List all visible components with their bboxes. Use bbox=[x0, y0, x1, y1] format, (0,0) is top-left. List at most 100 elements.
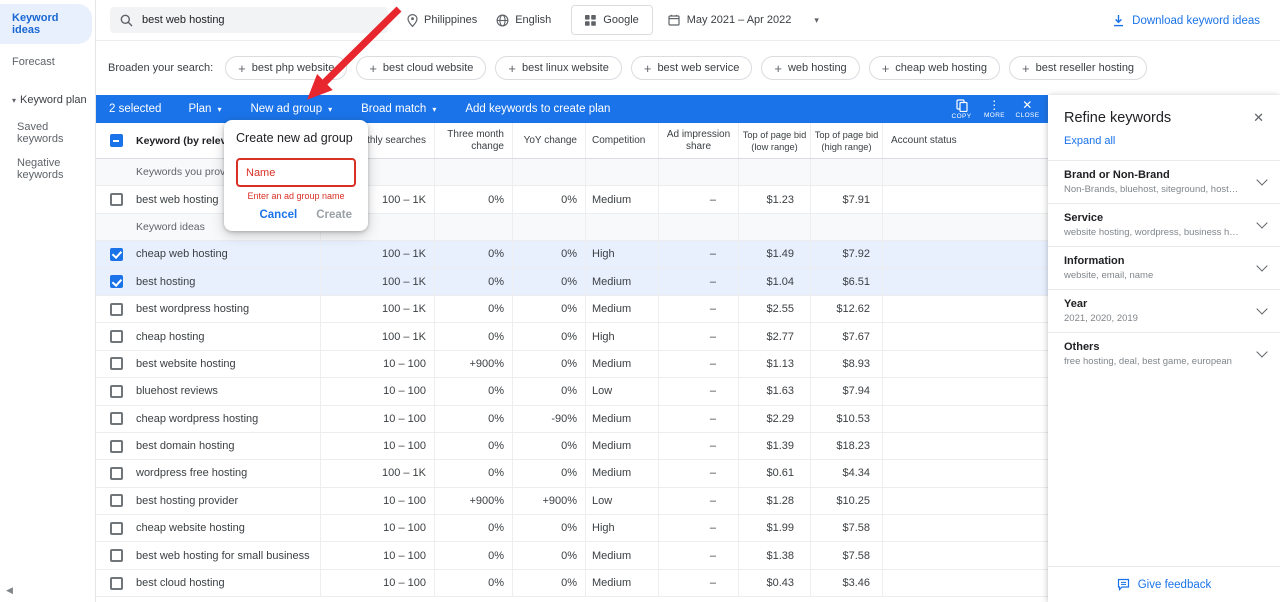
keyword-cell: cheap wordpress hosting bbox=[136, 406, 320, 432]
three-month-cell: 0% bbox=[434, 378, 512, 404]
broaden-chip[interactable]: best reseller hosting bbox=[1009, 56, 1147, 80]
low-bid-cell: $1.23 bbox=[738, 186, 810, 212]
row-checkbox[interactable] bbox=[110, 193, 123, 206]
account-status-cell bbox=[882, 433, 1048, 459]
close-selection-button[interactable]: ✕ CLOSE bbox=[1011, 99, 1044, 120]
yoy-cell: -90% bbox=[512, 406, 585, 432]
high-bid-cell: $7.58 bbox=[810, 515, 882, 541]
sidebar-nav: Keyword ideas Forecast Keyword plan Save… bbox=[0, 0, 95, 187]
competition-cell: Medium bbox=[585, 351, 658, 377]
keyword-cell: best cloud hosting bbox=[136, 570, 320, 596]
row-checkbox[interactable] bbox=[110, 248, 123, 261]
broaden-chip[interactable]: cheap web hosting bbox=[869, 56, 1000, 80]
broaden-chip[interactable]: best php website bbox=[225, 56, 347, 80]
searches-cell: 100 – 1K bbox=[320, 269, 434, 295]
download-label: Download keyword ideas bbox=[1132, 15, 1260, 27]
low-bid-cell: $1.99 bbox=[738, 515, 810, 541]
broaden-chip[interactable]: best cloud website bbox=[356, 56, 486, 80]
searches-cell: 10 – 100 bbox=[320, 515, 434, 541]
sidebar-item[interactable]: Forecast bbox=[0, 48, 95, 76]
close-panel-icon[interactable]: ✕ bbox=[1253, 110, 1264, 126]
feedback-label: Give feedback bbox=[1138, 579, 1212, 591]
column-header-low-bid[interactable]: Top of page bid (low range) bbox=[738, 123, 810, 158]
refine-section[interactable]: Brand or Non-Brand Non-Brands, bluehost,… bbox=[1048, 160, 1280, 203]
expand-all-link[interactable]: Expand all bbox=[1048, 126, 1280, 160]
download-keyword-ideas-button[interactable]: Download keyword ideas bbox=[1112, 0, 1260, 41]
refine-section[interactable]: Year 2021, 2020, 2019 bbox=[1048, 289, 1280, 332]
location-selector[interactable]: Philippines bbox=[407, 14, 477, 27]
plan-dropdown[interactable]: Plan bbox=[188, 103, 221, 115]
select-all-checkbox[interactable] bbox=[110, 134, 123, 147]
broad-match-dropdown[interactable]: Broad match bbox=[361, 103, 436, 115]
add-keywords-button[interactable]: Add keywords to create plan bbox=[465, 103, 610, 115]
column-header-competition[interactable]: Competition bbox=[585, 123, 658, 158]
broaden-chip[interactable]: best web service bbox=[631, 56, 753, 80]
broaden-chip[interactable]: best linux website bbox=[495, 56, 621, 80]
table-row: best cloud hosting 10 – 100 0% 0% Medium… bbox=[96, 570, 1048, 597]
three-month-cell: 0% bbox=[434, 323, 512, 349]
low-bid-cell: $1.49 bbox=[738, 241, 810, 267]
language-selector[interactable]: English bbox=[496, 14, 551, 27]
keyword-cell: bluehost reviews bbox=[136, 378, 320, 404]
column-header-account-status[interactable]: Account status bbox=[882, 123, 1048, 158]
ad-share-cell: – bbox=[658, 460, 738, 486]
row-checkbox[interactable] bbox=[110, 385, 123, 398]
sidebar-item[interactable]: Negative keywords bbox=[0, 151, 95, 187]
more-button[interactable]: ⋮ MORE bbox=[978, 99, 1011, 120]
row-checkbox[interactable] bbox=[110, 522, 123, 535]
network-icon bbox=[585, 15, 596, 26]
broaden-chip[interactable]: web hosting bbox=[761, 56, 859, 80]
three-month-cell: 0% bbox=[434, 460, 512, 486]
create-button[interactable]: Create bbox=[316, 209, 352, 221]
name-field-label: Name bbox=[246, 167, 275, 179]
row-checkbox[interactable] bbox=[110, 275, 123, 288]
new-ad-group-dropdown[interactable]: New ad group bbox=[250, 103, 332, 115]
sidebar-item[interactable]: Saved keywords bbox=[0, 115, 95, 151]
column-header-ad-share[interactable]: Ad impression share bbox=[658, 123, 738, 158]
network-selector[interactable]: Google bbox=[571, 5, 652, 35]
column-header-three-month[interactable]: Three month change bbox=[434, 123, 512, 158]
refine-section-text: Year 2021, 2020, 2019 bbox=[1064, 298, 1138, 324]
copy-button[interactable]: COPY bbox=[945, 99, 978, 120]
ad-share-cell: – bbox=[658, 433, 738, 459]
refine-section[interactable]: Information website, email, name bbox=[1048, 246, 1280, 289]
high-bid-cell: $7.58 bbox=[810, 542, 882, 568]
sidebar-item[interactable]: Keyword ideas bbox=[0, 4, 92, 44]
ad-group-name-input[interactable]: Name bbox=[236, 158, 356, 187]
give-feedback-button[interactable]: Give feedback bbox=[1117, 578, 1212, 591]
ad-share-cell: – bbox=[658, 488, 738, 514]
scroll-left-button[interactable]: ◀ bbox=[6, 585, 13, 596]
cancel-button[interactable]: Cancel bbox=[259, 209, 297, 221]
row-checkbox[interactable] bbox=[110, 577, 123, 590]
competition-cell: Medium bbox=[585, 269, 658, 295]
ad-share-cell: – bbox=[658, 296, 738, 322]
keyword-cell: best hosting provider bbox=[136, 488, 320, 514]
date-range-selector[interactable]: May 2021 – Apr 2022 bbox=[668, 14, 819, 26]
row-checkbox[interactable] bbox=[110, 494, 123, 507]
sidebar-item[interactable]: Keyword plan bbox=[0, 86, 95, 115]
keyword-search-box[interactable] bbox=[110, 7, 388, 33]
more-icon: ⋮ bbox=[988, 99, 1000, 111]
row-checkbox[interactable] bbox=[110, 303, 123, 316]
row-checkbox[interactable] bbox=[110, 357, 123, 370]
row-checkbox[interactable] bbox=[110, 440, 123, 453]
chevron-down-icon bbox=[1256, 346, 1267, 357]
column-header-yoy[interactable]: YoY change bbox=[512, 123, 585, 158]
refine-section[interactable]: Others free hosting, deal, best game, eu… bbox=[1048, 332, 1280, 375]
three-month-cell: +900% bbox=[434, 488, 512, 514]
row-checkbox[interactable] bbox=[110, 467, 123, 480]
refine-section[interactable]: Service website hosting, wordpress, busi… bbox=[1048, 203, 1280, 246]
high-bid-cell: $10.53 bbox=[810, 406, 882, 432]
ad-share-cell: – bbox=[658, 241, 738, 267]
column-header-high-bid[interactable]: Top of page bid (high range) bbox=[810, 123, 882, 158]
row-checkbox[interactable] bbox=[110, 549, 123, 562]
keyword-cell: cheap web hosting bbox=[136, 241, 320, 267]
account-status-cell bbox=[882, 515, 1048, 541]
refine-sections: Brand or Non-Brand Non-Brands, bluehost,… bbox=[1048, 160, 1280, 375]
searches-cell: 10 – 100 bbox=[320, 351, 434, 377]
row-checkbox[interactable] bbox=[110, 330, 123, 343]
row-checkbox[interactable] bbox=[110, 412, 123, 425]
yoy-cell: +900% bbox=[512, 488, 585, 514]
search-input[interactable] bbox=[142, 14, 342, 26]
table-row: cheap website hosting 10 – 100 0% 0% Hig… bbox=[96, 515, 1048, 542]
